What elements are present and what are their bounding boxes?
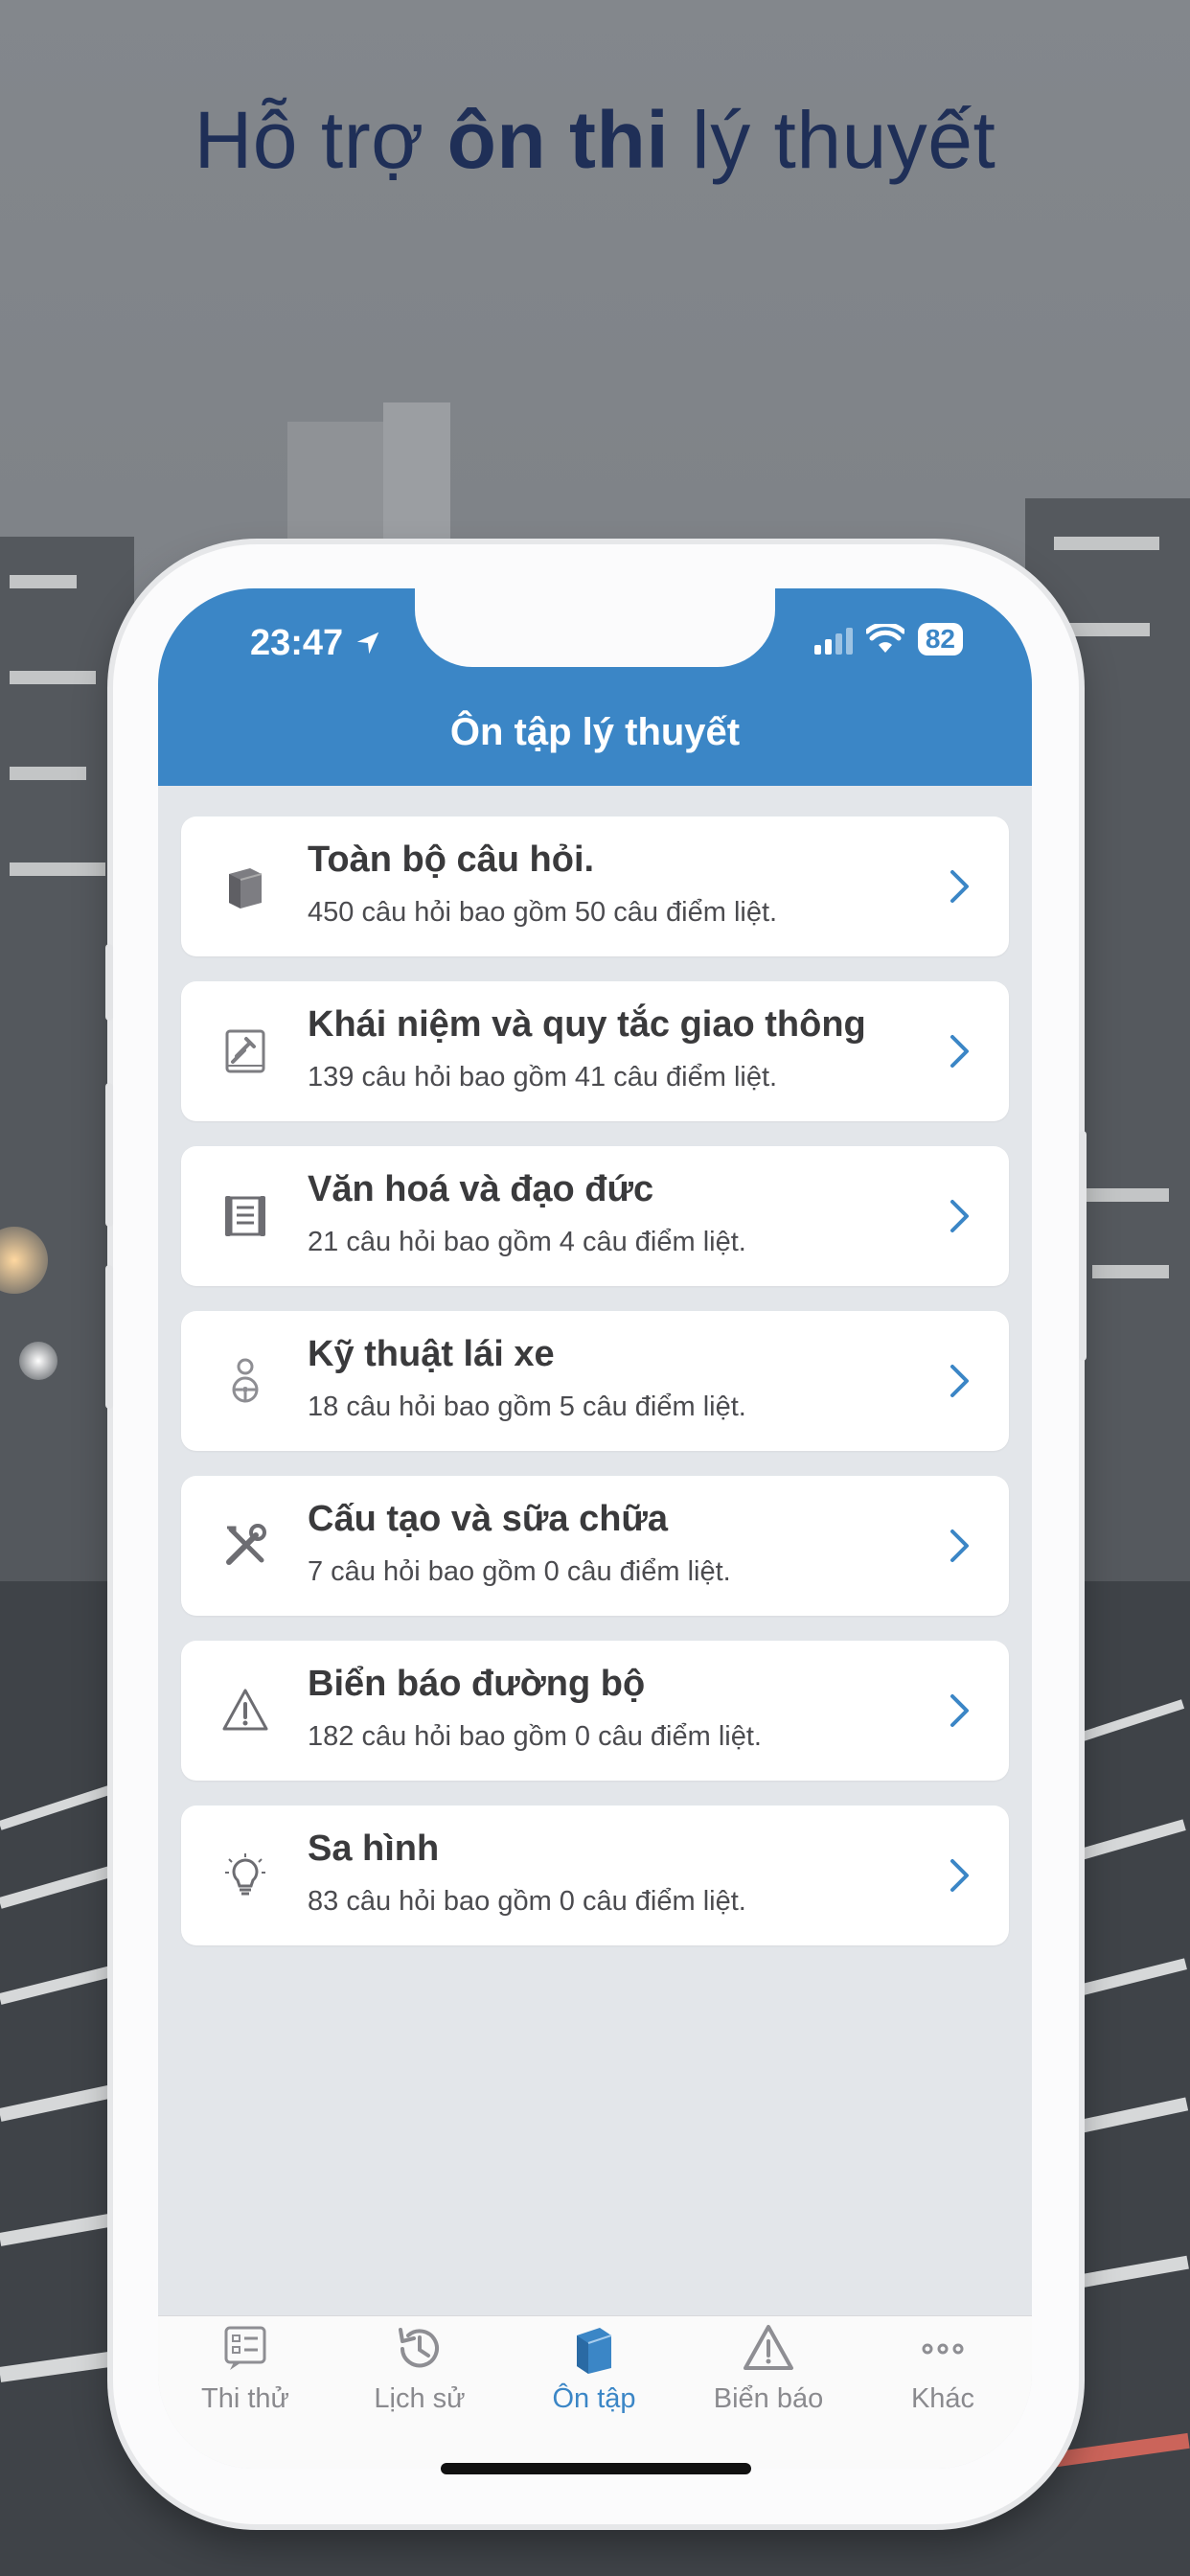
tab-khac[interactable]: Khác — [856, 2322, 1030, 2415]
battery-indicator: 82 — [917, 623, 963, 656]
tab-thi-thu[interactable]: Thi thử — [158, 2322, 332, 2415]
chevron-right-icon — [950, 1859, 969, 1892]
tab-label: Lịch sử — [374, 2383, 466, 2414]
chevron-right-icon — [950, 870, 969, 903]
cellular-signal-icon — [813, 624, 853, 655]
bottom-tab-bar: Thi thử Lịch sử Ôn tập Biển báo Khác — [158, 2315, 1032, 2469]
category-subtitle: 21 câu hỏi bao gồm 4 câu điểm liệt. — [308, 1227, 746, 1257]
location-arrow-icon — [356, 632, 379, 655]
tools-icon — [226, 1524, 266, 1565]
category-card-culture-ethics[interactable]: Văn hoá và đạo đức 21 câu hỏi bao gồm 4 … — [181, 1146, 1009, 1286]
category-title: Toàn bộ câu hỏi. — [308, 840, 595, 880]
phone-notch — [415, 588, 775, 667]
category-card-road-layout[interactable]: Sa hình 83 câu hỏi bao gồm 0 câu điểm li… — [181, 1806, 1009, 1945]
law-book-icon — [225, 1029, 265, 1073]
tab-bien-bao[interactable]: Biển báo — [681, 2322, 856, 2415]
app-header: 23:47 82 Ôn tập lý thuyết — [158, 588, 1032, 786]
wifi-icon — [865, 624, 904, 653]
warning-icon — [744, 2325, 793, 2370]
tab-lich-su[interactable]: Lịch sử — [332, 2322, 507, 2415]
chevron-right-icon — [950, 1035, 969, 1068]
category-title: Sa hình — [308, 1828, 440, 1869]
headline-part1: Hỗ trợ — [194, 95, 447, 185]
category-list: Toàn bộ câu hỏi. 450 câu hỏi bao gồm 50 … — [181, 816, 1009, 1970]
headline-part2: lý thuyết — [669, 95, 996, 185]
chevron-right-icon — [950, 1694, 969, 1727]
exam-icon — [224, 2326, 266, 2370]
history-icon — [399, 2328, 439, 2368]
category-title: Khái niệm và quy tắc giao thông — [308, 1004, 866, 1045]
category-card-traffic-rules[interactable]: Khái niệm và quy tắc giao thông 139 câu … — [181, 981, 1009, 1121]
status-time: 23:47 — [250, 623, 382, 664]
more-icon — [922, 2343, 964, 2355]
tab-label: Ôn tập — [552, 2383, 636, 2414]
category-subtitle: 139 câu hỏi bao gồm 41 câu điểm liệt. — [308, 1062, 778, 1092]
book-icon — [577, 2328, 612, 2374]
phone-silent-switch — [105, 944, 113, 1021]
chevron-right-icon — [950, 1530, 969, 1562]
category-subtitle: 18 câu hỏi bao gồm 5 câu điểm liệt. — [308, 1392, 746, 1422]
category-card-structure-repair[interactable]: Cấu tạo và sữa chữa 7 câu hỏi bao gồm 0 … — [181, 1476, 1009, 1616]
app-screen: 23:47 82 Ôn tập lý thuyết Toàn bộ câu hỏ… — [158, 588, 1032, 2469]
book-icon — [229, 868, 263, 908]
category-card-road-signs[interactable]: Biển báo đường bộ 182 câu hỏi bao gồm 0 … — [181, 1641, 1009, 1781]
phone-power-button — [1079, 1131, 1087, 1361]
category-subtitle: 450 câu hỏi bao gồm 50 câu điểm liệt. — [308, 897, 778, 928]
category-subtitle: 182 câu hỏi bao gồm 0 câu điểm liệt. — [308, 1721, 762, 1752]
warning-icon — [222, 1689, 268, 1731]
phone-volume-down — [105, 1265, 113, 1409]
tab-label: Biển báo — [713, 2383, 824, 2414]
category-subtitle: 83 câu hỏi bao gồm 0 câu điểm liệt. — [308, 1886, 746, 1917]
driver-icon — [232, 1358, 259, 1403]
scroll-icon — [225, 1196, 265, 1236]
category-title: Kỹ thuật lái xe — [308, 1334, 555, 1374]
category-card-all-questions[interactable]: Toàn bộ câu hỏi. 450 câu hỏi bao gồm 50 … — [181, 816, 1009, 956]
page-title: Ôn tập lý thuyết — [449, 711, 741, 753]
tab-on-tap[interactable]: Ôn tập — [507, 2322, 681, 2415]
home-indicator[interactable] — [441, 2463, 751, 2474]
category-title: Cấu tạo và sữa chữa — [308, 1499, 669, 1539]
tab-label: Khác — [910, 2383, 975, 2414]
chevron-right-icon — [950, 1365, 969, 1397]
category-title: Biển báo đường bộ — [308, 1664, 646, 1704]
headline-bold: ôn thi — [446, 95, 670, 185]
lightbulb-icon — [225, 1853, 265, 1896]
chevron-right-icon — [950, 1200, 969, 1232]
category-subtitle: 7 câu hỏi bao gồm 0 câu điểm liệt. — [308, 1556, 731, 1587]
tab-label: Thi thử — [201, 2383, 289, 2414]
status-indicators: 82 — [813, 623, 963, 656]
phone-volume-up — [105, 1083, 113, 1227]
category-title: Văn hoá và đạo đức — [308, 1169, 654, 1209]
promo-headline: Hỗ trợ ôn thi lý thuyết — [0, 94, 1190, 187]
category-card-driving-technique[interactable]: Kỹ thuật lái xe 18 câu hỏi bao gồm 5 câu… — [181, 1311, 1009, 1451]
